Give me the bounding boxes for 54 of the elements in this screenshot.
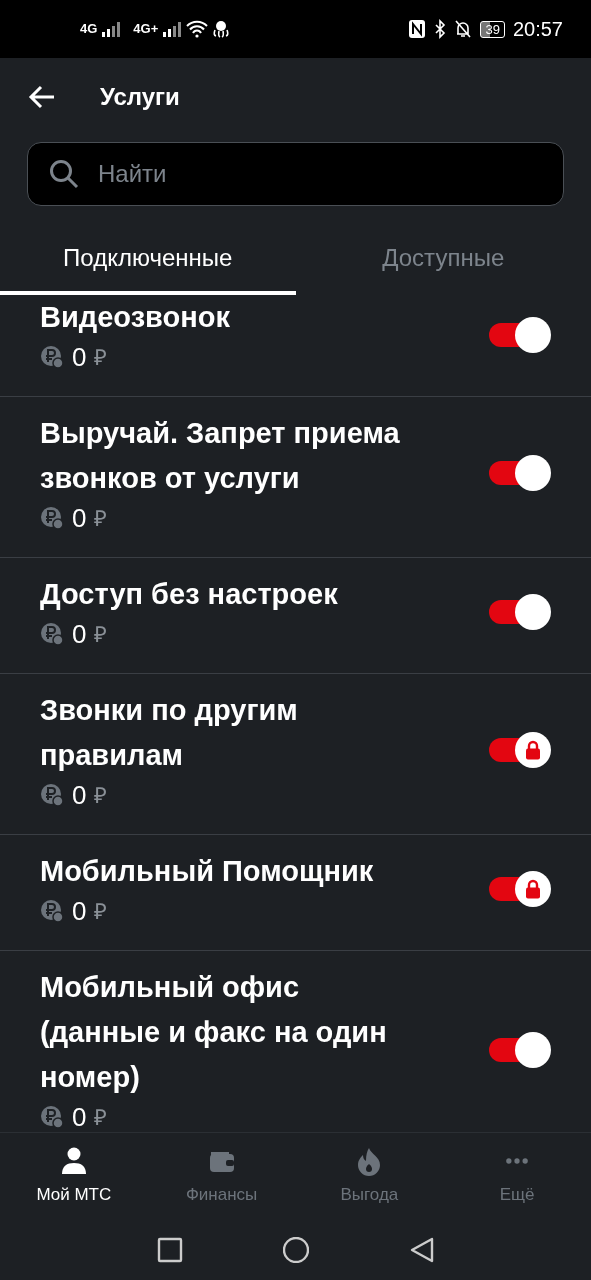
price: 0	[72, 778, 87, 812]
more-icon	[506, 1157, 529, 1164]
nfc-icon	[408, 19, 427, 39]
ruble-coin-icon	[40, 783, 64, 807]
ruble-coin-icon	[40, 622, 64, 646]
price: 0	[72, 894, 87, 928]
service-title: Доступ без настроек	[40, 577, 338, 612]
price: 0	[72, 617, 87, 651]
toggle-switch[interactable]	[489, 732, 551, 768]
price: 0	[72, 1100, 87, 1132]
service-title: Видеозвонок	[40, 300, 230, 335]
toggle-switch[interactable]	[489, 1031, 551, 1068]
back-button[interactable]	[408, 1237, 435, 1263]
currency: ₽	[94, 897, 108, 926]
back-arrow-icon	[28, 84, 56, 109]
toggle-switch[interactable]	[489, 593, 551, 630]
network-type: 4G+	[133, 20, 159, 39]
search-field[interactable]: Найти	[27, 142, 564, 206]
home-button[interactable]	[282, 1237, 309, 1263]
nav-tab[interactable]: Ещё	[443, 1133, 591, 1220]
ruble-coin-icon	[40, 345, 64, 369]
currency: ₽	[94, 781, 108, 810]
service-title: Мобильный Помощник	[40, 854, 374, 889]
page-title: Услуги	[100, 81, 180, 112]
service-title: Выручай. Запрет приема звонков от услуги	[40, 416, 401, 496]
recents-button[interactable]	[156, 1237, 183, 1263]
clock: 20:57	[512, 17, 563, 42]
nav-tab[interactable]: Финансы	[147, 1133, 296, 1220]
currency: ₽	[94, 504, 108, 533]
tab[interactable]: Доступные	[295, 225, 591, 295]
service-title: Мобильный офис (данные и факс на один номер)	[40, 970, 388, 1095]
ruble-coin-icon	[40, 1105, 64, 1129]
toggle-switch[interactable]	[489, 870, 551, 907]
octopus-icon	[212, 20, 231, 38]
ruble-coin-icon	[40, 899, 64, 923]
network-type: 4G	[80, 20, 98, 39]
currency: ₽	[94, 343, 108, 372]
nav-tab[interactable]: Мой МТС	[0, 1133, 148, 1220]
bluetooth-icon	[434, 19, 447, 39]
currency: ₽	[94, 620, 108, 649]
currency: ₽	[94, 1103, 108, 1132]
service-title: Звонки по другим правилам	[40, 693, 299, 773]
signal-icon	[101, 21, 122, 37]
battery-icon: 39	[480, 20, 505, 38]
price: 0	[72, 501, 87, 535]
ruble-coin-icon	[40, 506, 64, 530]
toggle-switch[interactable]	[489, 455, 551, 491]
signal-icon	[162, 21, 183, 37]
tab[interactable]: Подключенные	[0, 225, 296, 295]
nav-tab[interactable]: Выгода	[295, 1133, 444, 1220]
bell-off-icon	[454, 19, 473, 39]
wifi-icon	[186, 20, 209, 38]
toggle-switch[interactable]	[489, 316, 551, 353]
price: 0	[72, 340, 87, 374]
